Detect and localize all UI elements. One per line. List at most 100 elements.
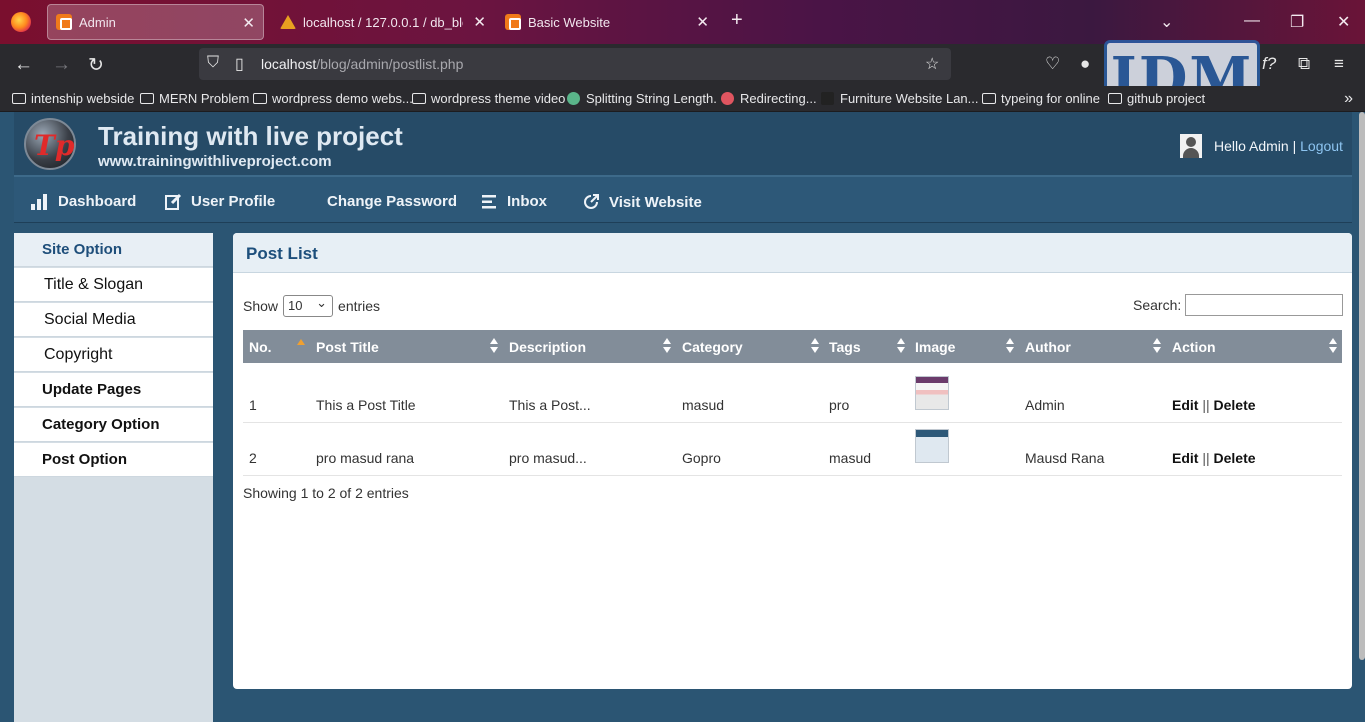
close-window-button[interactable]: ✕ (1337, 12, 1350, 32)
page-icon: ▯ (235, 56, 244, 73)
sort-icon (1006, 338, 1014, 354)
restore-button[interactable]: ❐ (1290, 12, 1304, 32)
bookmark-item[interactable]: Redirecting... (721, 91, 817, 106)
bookmark-item[interactable]: Furniture Website Lan... (821, 91, 979, 106)
bookmark-item[interactable]: Splitting String Length. (567, 91, 717, 106)
edit-link[interactable]: Edit (1172, 450, 1198, 466)
new-tab-button[interactable]: + (731, 9, 743, 32)
folder-icon (1108, 93, 1122, 104)
openai-icon (567, 92, 580, 105)
sort-ascending-icon (297, 339, 305, 345)
post-list-panel: Post List Show 10 entries Search: No. Po… (233, 233, 1352, 689)
entries-length-control: Show 10 entries (243, 293, 380, 317)
xampp-icon (505, 14, 521, 30)
cell-description: pro masud... (509, 450, 587, 466)
pocket-icon[interactable]: ♡ (1045, 54, 1060, 74)
bookmark-item[interactable]: wordpress theme video (412, 91, 565, 106)
shield-icon[interactable]: ⛉ (207, 54, 219, 72)
more-bookmarks-icon[interactable]: » (1344, 90, 1353, 108)
back-arrow-icon[interactable]: ← (14, 54, 33, 76)
user-avatar-icon (1180, 134, 1202, 158)
tab-list-chevron-icon[interactable]: ⌄ (1160, 12, 1173, 32)
sidebar-update-pages[interactable]: Update Pages (14, 373, 213, 407)
sidebar-post-option[interactable]: Post Option (14, 443, 213, 477)
delete-link[interactable]: Delete (1214, 450, 1256, 466)
nav-dashboard[interactable]: Dashboard (30, 193, 136, 210)
profile-avatar[interactable]: ● (1080, 54, 1090, 74)
forward-arrow-icon[interactable]: → (52, 54, 71, 76)
admin-page: Tp Training with live project www.traini… (14, 112, 1352, 722)
url-text[interactable]: localhost/blog/admin/postlist.php (261, 56, 463, 72)
bookmarks-bar: intenship webside MERN Problem wordpress… (0, 86, 1365, 112)
sidebar-site-option[interactable]: Site Option (14, 233, 213, 267)
column-header-category[interactable]: Category (682, 339, 743, 355)
star-icon[interactable]: ☆ (925, 54, 939, 74)
list-icon (482, 194, 496, 208)
figma-icon (821, 92, 834, 105)
nav-change-password[interactable]: Change Password (327, 193, 457, 210)
user-greeting: Hello Admin | Logout (1214, 138, 1343, 154)
cell-category: Gopro (682, 450, 721, 466)
site-title: Training with live project (98, 121, 403, 151)
table-info: Showing 1 to 2 of 2 entries (243, 485, 409, 501)
sidebar-item-copyright[interactable]: Copyright (14, 338, 213, 372)
address-bar[interactable]: ⛉ ▯ localhost/blog/admin/postlist.php ☆ (199, 48, 951, 80)
cell-tags: pro (829, 397, 850, 413)
nav-inbox[interactable]: Inbox (482, 193, 547, 210)
xampp-icon (56, 14, 72, 30)
sort-icon (1153, 338, 1161, 354)
sidebar-item-social-media[interactable]: Social Media (14, 303, 213, 337)
column-header-author[interactable]: Author (1025, 339, 1071, 355)
cell-category: masud (682, 397, 725, 413)
nav-user-profile[interactable]: User Profile (165, 193, 275, 210)
close-icon[interactable]: ✕ (696, 13, 709, 31)
close-icon[interactable]: ✕ (473, 13, 486, 31)
column-header-post-title[interactable]: Post Title (316, 339, 379, 355)
column-header-no[interactable]: No. (249, 339, 272, 355)
column-header-image[interactable]: Image (915, 339, 955, 355)
sort-icon (663, 338, 671, 354)
extensions-icon[interactable]: ⧉ (1298, 54, 1310, 74)
close-icon[interactable]: ✕ (242, 14, 255, 32)
bookmark-item[interactable]: wordpress demo webs... (253, 91, 413, 106)
post-thumbnail (915, 429, 949, 463)
sort-icon (897, 338, 905, 354)
formula-extension-icon[interactable]: f? (1262, 54, 1276, 74)
bookmark-item[interactable]: intenship webside (12, 91, 134, 106)
sidebar-category-option[interactable]: Category Option (14, 408, 213, 442)
folder-icon (253, 93, 267, 104)
firefox-icon[interactable] (11, 12, 31, 32)
tab-title: Admin (79, 14, 116, 30)
tab-admin[interactable]: Admin ✕ (47, 4, 264, 40)
edit-link[interactable]: Edit (1172, 397, 1198, 413)
page-scrollbar[interactable] (1359, 112, 1365, 660)
column-header-action[interactable]: Action (1172, 339, 1216, 355)
search-input[interactable] (1185, 294, 1344, 316)
table-header: No. Post Title Description Category Tags… (243, 330, 1342, 363)
delete-link[interactable]: Delete (1214, 397, 1256, 413)
tab-phpmyadmin[interactable]: localhost / 127.0.0.1 / db_blog / ✕ (272, 4, 494, 40)
entries-select[interactable]: 10 (283, 293, 334, 317)
site-logo: Tp (24, 118, 76, 170)
bar-chart-icon (31, 193, 47, 210)
folder-icon (12, 93, 26, 104)
bookmark-item[interactable]: github project (1108, 91, 1205, 106)
sidebar-item-title-slogan[interactable]: Title & Slogan (14, 268, 213, 302)
column-header-tags[interactable]: Tags (829, 339, 861, 355)
logout-link[interactable]: Logout (1300, 138, 1343, 154)
cell-no: 1 (249, 397, 257, 413)
sort-icon (490, 338, 498, 354)
panel-title: Post List (246, 244, 318, 263)
column-header-description[interactable]: Description (509, 339, 586, 355)
tab-basic-website[interactable]: Basic Website ✕ (497, 4, 717, 40)
menu-icon[interactable]: ≡ (1334, 54, 1344, 74)
bookmark-item[interactable]: MERN Problem (140, 91, 249, 106)
sort-icon (811, 338, 819, 354)
bookmark-item[interactable]: typeing for online (982, 91, 1100, 106)
cell-tags: masud (829, 450, 872, 466)
minimize-button[interactable]: — (1244, 12, 1260, 30)
panel-header: Post List (233, 233, 1352, 273)
reload-icon[interactable]: ↻ (88, 54, 104, 77)
nav-visit-website[interactable]: Visit Website (582, 193, 702, 211)
cell-action: Edit || Delete (1172, 397, 1256, 413)
